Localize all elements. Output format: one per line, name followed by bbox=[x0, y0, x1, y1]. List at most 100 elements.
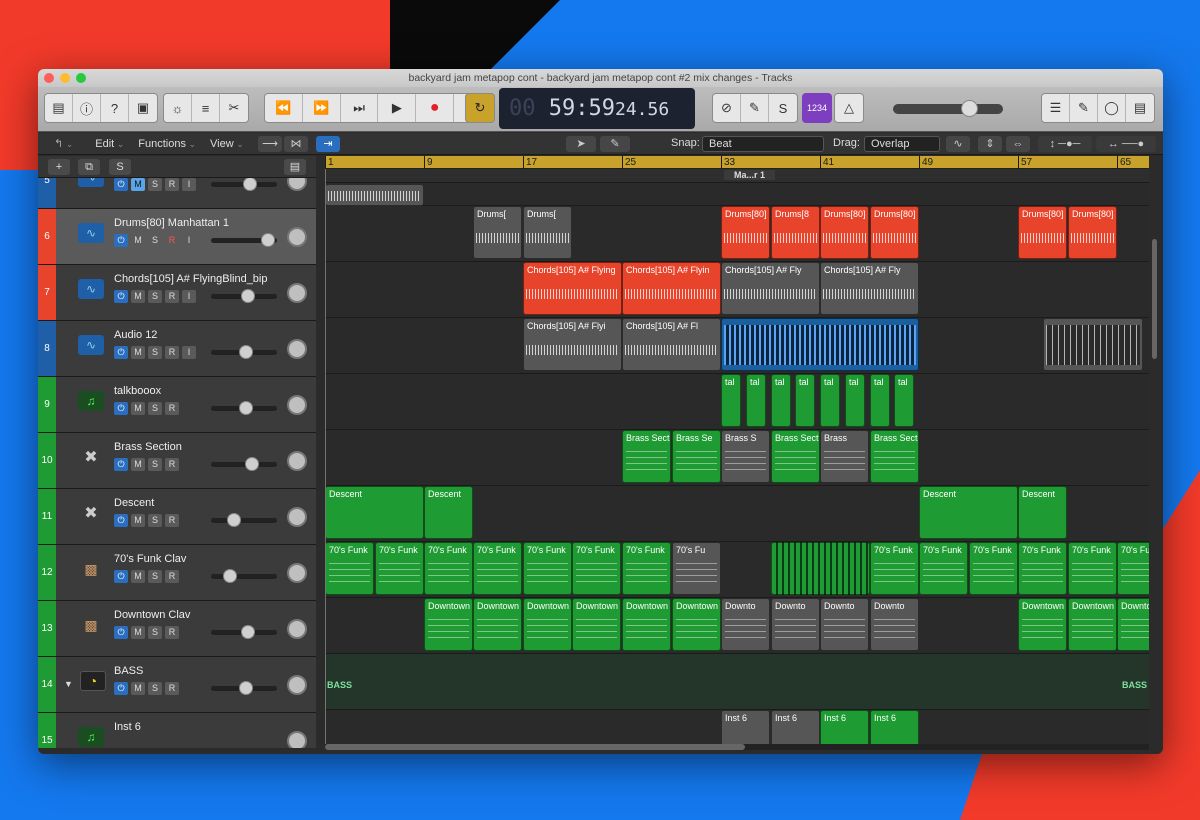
record-enable-button[interactable]: R bbox=[165, 234, 179, 247]
solo-button[interactable]: S bbox=[148, 234, 162, 247]
solo-button[interactable]: S bbox=[148, 682, 162, 695]
inspector-icon[interactable]: ⓘ bbox=[73, 94, 101, 122]
volume-fader[interactable] bbox=[211, 513, 277, 527]
solo-button[interactable]: S bbox=[148, 178, 162, 191]
pan-knob[interactable] bbox=[287, 731, 307, 748]
midi-region[interactable]: 70's Funk bbox=[375, 542, 424, 595]
volume-fader[interactable] bbox=[211, 345, 277, 359]
audio-region[interactable] bbox=[325, 184, 424, 206]
back-icon[interactable]: ↰ bbox=[54, 137, 73, 150]
vertical-zoom-slider[interactable]: ↕ ─●─ bbox=[1038, 136, 1092, 152]
master-volume-slider[interactable] bbox=[893, 100, 1003, 117]
midi-region[interactable] bbox=[771, 542, 870, 595]
record-enable-button[interactable]: R bbox=[165, 570, 179, 583]
midi-region[interactable]: 70's Funk bbox=[919, 542, 968, 595]
midi-region[interactable]: tal bbox=[845, 374, 865, 427]
pointer-tool-icon[interactable]: ➤ bbox=[566, 136, 596, 152]
bar-ruler[interactable]: 1 9 17 25 33 41 49 57 65 bbox=[325, 156, 1149, 169]
input-monitor-button[interactable]: I bbox=[182, 178, 196, 191]
midi-region[interactable]: Downto bbox=[721, 598, 770, 651]
midi-region[interactable]: 70's Funk bbox=[622, 542, 671, 595]
scrollbar-thumb[interactable] bbox=[325, 744, 745, 750]
record-enable-button[interactable]: R bbox=[165, 626, 179, 639]
duplicate-track-icon[interactable]: ⧉ bbox=[78, 159, 100, 175]
pan-knob[interactable] bbox=[287, 227, 307, 247]
playhead[interactable] bbox=[325, 169, 326, 745]
track-row[interactable]: 14 ▼ ◔ BASS ⏻ M S R bbox=[38, 657, 316, 713]
fader-knob[interactable] bbox=[261, 233, 275, 247]
power-icon[interactable]: ⏻ bbox=[114, 570, 128, 583]
track-name[interactable]: Inst 6 bbox=[114, 721, 141, 733]
midi-region[interactable]: Downtown bbox=[1068, 598, 1117, 651]
solo-button[interactable]: S bbox=[148, 514, 162, 527]
midi-region[interactable]: Brass Sect bbox=[622, 430, 671, 483]
tuner-icon[interactable]: ✎ bbox=[741, 94, 769, 122]
volume-knob[interactable] bbox=[961, 100, 978, 117]
midi-region[interactable]: Brass S bbox=[721, 430, 770, 483]
volume-fader[interactable] bbox=[211, 569, 277, 583]
metronome-button[interactable]: △ bbox=[834, 93, 864, 123]
pan-knob[interactable] bbox=[287, 178, 307, 191]
track-row[interactable]: 11 ✖ Descent ⏻ M S R bbox=[38, 489, 316, 545]
midi-region[interactable]: tal bbox=[771, 374, 791, 427]
volume-fader[interactable] bbox=[211, 178, 277, 191]
solo-button[interactable]: S bbox=[148, 290, 162, 303]
audio-region[interactable]: Drums[8 bbox=[771, 206, 820, 259]
midi-region[interactable]: 70's Funk bbox=[325, 542, 374, 595]
mute-button[interactable]: M bbox=[131, 234, 145, 247]
loop-browser-icon[interactable]: ◯ bbox=[1098, 94, 1126, 122]
volume-fader[interactable] bbox=[211, 233, 277, 247]
to-end-icon[interactable]: ⏭ bbox=[341, 94, 379, 122]
midi-region[interactable]: 70's Funk bbox=[1117, 542, 1149, 595]
close-button[interactable] bbox=[44, 73, 54, 83]
midi-region[interactable]: Downtown bbox=[572, 598, 621, 651]
solo-button[interactable]: S bbox=[148, 458, 162, 471]
midi-region[interactable]: 70's Funk bbox=[1068, 542, 1117, 595]
edit-menu[interactable]: Edit bbox=[95, 138, 124, 150]
record-enable-button[interactable]: R bbox=[165, 402, 179, 415]
midi-region[interactable]: Downto bbox=[771, 598, 820, 651]
track-row[interactable]: 6 ∿ Drums[80] Manhattan 1 ⏻ M S R I bbox=[38, 209, 316, 265]
pan-knob[interactable] bbox=[287, 619, 307, 639]
fader-knob[interactable] bbox=[239, 401, 253, 415]
audio-region[interactable]: Drums[ bbox=[473, 206, 522, 259]
fader-knob[interactable] bbox=[227, 513, 241, 527]
track-name[interactable]: talkbooox bbox=[114, 385, 161, 397]
play-icon[interactable]: ▶ bbox=[378, 94, 417, 122]
audio-region[interactable] bbox=[721, 318, 919, 371]
pan-knob[interactable] bbox=[287, 507, 307, 527]
record-enable-button[interactable]: R bbox=[165, 290, 179, 303]
audio-region[interactable]: Chords[105] A# Fl bbox=[622, 318, 721, 371]
pan-knob[interactable] bbox=[287, 675, 307, 695]
arrangement-area[interactable]: Drums[ Drums[ Drums[80] Drums[8 Drums[80… bbox=[325, 184, 1149, 745]
mute-button[interactable]: M bbox=[131, 626, 145, 639]
audio-region[interactable]: Drums[80] bbox=[870, 206, 919, 259]
mute-button[interactable]: M bbox=[131, 514, 145, 527]
volume-fader[interactable] bbox=[211, 625, 277, 639]
mute-button[interactable]: M bbox=[131, 290, 145, 303]
smart-controls-icon[interactable]: ☼ bbox=[164, 94, 192, 122]
input-monitor-button[interactable]: I bbox=[182, 290, 196, 303]
disclosure-triangle-icon[interactable]: ▼ bbox=[64, 679, 73, 689]
library-icon[interactable]: ▤ bbox=[45, 94, 73, 122]
solo-button[interactable]: S bbox=[148, 346, 162, 359]
horizontal-zoom-icon[interactable]: ⇔ bbox=[1006, 136, 1030, 152]
audio-region[interactable]: Chords[105] A# Flyi bbox=[523, 318, 622, 371]
midi-region[interactable]: 70's Fu bbox=[672, 542, 721, 595]
power-icon[interactable]: ⏻ bbox=[114, 514, 128, 527]
browser-icon[interactable]: ▤ bbox=[1126, 94, 1154, 122]
audio-region[interactable]: Chords[105] A# Fly bbox=[820, 262, 919, 315]
minimize-button[interactable] bbox=[60, 73, 70, 83]
fader-knob[interactable] bbox=[223, 569, 237, 583]
pencil-tool-icon[interactable]: ✎ bbox=[600, 136, 630, 152]
power-icon[interactable]: ⏻ bbox=[114, 626, 128, 639]
power-icon[interactable]: ⏻ bbox=[114, 346, 128, 359]
input-monitor-button[interactable]: I bbox=[182, 234, 196, 247]
mute-button[interactable]: M bbox=[131, 682, 145, 695]
midi-region[interactable]: Descent bbox=[1018, 486, 1067, 539]
automation-icon[interactable]: ⟶ bbox=[258, 136, 282, 152]
midi-region[interactable]: Downtown bbox=[622, 598, 671, 651]
vertical-zoom-icon[interactable]: ⇕ bbox=[978, 136, 1002, 152]
audio-region[interactable]: Chords[105] A# Flying bbox=[523, 262, 622, 315]
add-track-button[interactable]: + bbox=[48, 159, 70, 175]
